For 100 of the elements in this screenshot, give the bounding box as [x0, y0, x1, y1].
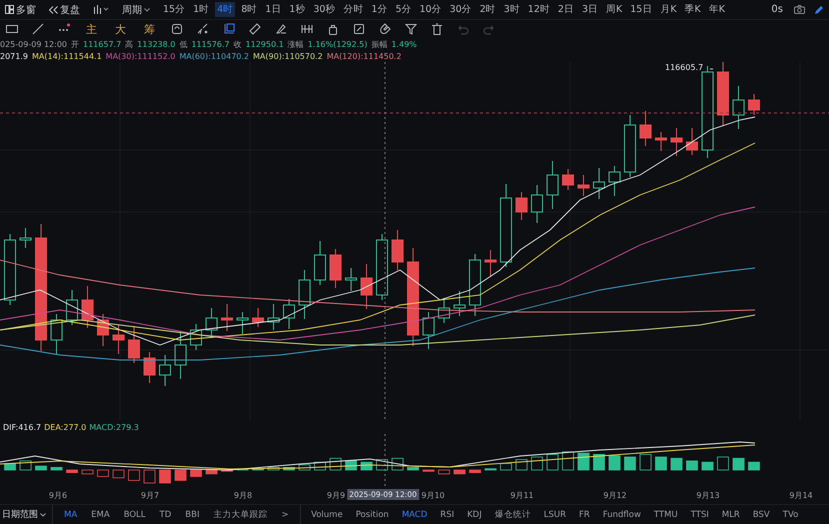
interval-tab[interactable]: 1日: [263, 2, 284, 17]
edit-icon[interactable]: [353, 23, 365, 35]
replay-button[interactable]: 复盘: [47, 2, 82, 18]
candlestick: [97, 314, 109, 346]
trash-icon[interactable]: [431, 23, 443, 35]
brush-icon[interactable]: [275, 23, 287, 35]
interval-tab[interactable]: 30秒: [311, 2, 338, 17]
interval-tab[interactable]: 5分: [393, 2, 414, 17]
candlestick: [330, 248, 342, 288]
candlestick: [686, 128, 698, 156]
candlestick: [484, 250, 496, 276]
interval-tab[interactable]: 15日: [628, 2, 654, 17]
chart-toggle[interactable]: 主: [84, 20, 99, 38]
macd-bar: [516, 459, 528, 470]
interval-tab[interactable]: 周K: [604, 2, 624, 17]
indicator-tab[interactable]: TTSI: [684, 510, 716, 520]
pen-icon[interactable]: [814, 4, 825, 14]
indicator-tab[interactable]: 爆仓统计: [488, 508, 538, 520]
macd-value: MACD:279.3: [89, 422, 139, 432]
interval-tab[interactable]: 分时: [341, 2, 366, 17]
lock-icon[interactable]: [327, 23, 339, 35]
layout-button[interactable]: 多窗: [3, 2, 38, 18]
candlestick: [640, 110, 652, 146]
moving-average-value: MA(30):111152.0: [106, 52, 176, 60]
macd-value: DEA:277.0: [44, 422, 86, 432]
macd-bar: [717, 456, 729, 470]
interval-tab[interactable]: 10分: [418, 2, 444, 17]
indicator-tab[interactable]: MLR: [715, 510, 746, 520]
macd-bar: [608, 455, 620, 470]
select-icon[interactable]: [223, 23, 235, 35]
interval-tab[interactable]: 30分: [448, 2, 474, 17]
macd-bar: [268, 467, 280, 470]
interval-tab[interactable]: 3时: [502, 2, 522, 17]
interval-tab[interactable]: 3日: [580, 2, 600, 17]
indicator-tab[interactable]: MACD: [395, 510, 434, 520]
ruler-icon[interactable]: [249, 23, 261, 35]
interval-tab[interactable]: 1分: [369, 2, 390, 17]
interval-tab[interactable]: 1秒: [287, 2, 308, 17]
moving-average-value: MA(14):111544.1: [32, 52, 102, 60]
magnet-icon[interactable]: [379, 23, 391, 35]
interval-tab[interactable]: 季K: [682, 2, 703, 17]
indicator-tab[interactable]: BSV: [746, 510, 776, 520]
indicator-tab[interactable]: KDJ: [460, 510, 488, 520]
candlestick: [655, 132, 667, 152]
candlestick: [624, 114, 636, 178]
interval-tab[interactable]: 年K: [706, 2, 728, 17]
chart-type-button[interactable]: [91, 4, 111, 15]
candlestick: [174, 330, 186, 380]
candlestick: [236, 312, 248, 334]
countdown-text: 0s: [770, 3, 784, 16]
indicator-tab[interactable]: 主力大单跟踪: [206, 508, 274, 520]
indicator-tab[interactable]: Position: [349, 510, 396, 520]
indicator-tab[interactable]: EMA: [84, 510, 117, 520]
macd-bar: [190, 470, 202, 477]
macd-bar: [593, 454, 605, 470]
macd-bar: [159, 470, 171, 484]
interval-tab[interactable]: 月K: [658, 2, 679, 17]
period-menu[interactable]: 周期: [120, 2, 152, 18]
indicator-tab[interactable]: Fundflow: [596, 510, 648, 520]
interval-tab[interactable]: 8时: [239, 2, 260, 17]
line-icon[interactable]: [32, 23, 44, 35]
interval-tab[interactable]: 1时: [191, 2, 212, 17]
candlestick: [128, 326, 140, 364]
candlestick: [112, 324, 124, 354]
indicator-tab[interactable]: RSI: [434, 510, 461, 520]
grid-icon[interactable]: [301, 23, 313, 35]
interval-tab[interactable]: 2时: [478, 2, 498, 17]
camera-icon[interactable]: [794, 5, 805, 14]
macd-bar: [206, 470, 218, 474]
field-value: 1.16%(1292.5): [308, 40, 368, 48]
candlestick: [438, 298, 450, 324]
indicator-tab[interactable]: LSUR: [537, 510, 573, 520]
indicator-tab[interactable]: TTMU: [647, 510, 684, 520]
date-range-menu[interactable]: 日期范围: [0, 508, 48, 521]
indicator-tab[interactable]: FR: [572, 510, 596, 520]
interval-tab[interactable]: 15分: [161, 2, 188, 17]
indicator-tab[interactable]: Volume: [304, 510, 350, 520]
more-button[interactable]: >: [274, 510, 296, 520]
indicator-tab[interactable]: TD: [152, 510, 178, 520]
field-value: 111657.7: [83, 40, 122, 48]
interval-tab[interactable]: 2日: [556, 2, 576, 17]
filter-icon[interactable]: [405, 23, 417, 35]
interval-tab[interactable]: 4时: [215, 2, 236, 17]
date-label: 9月10: [421, 490, 445, 501]
indicator-tab[interactable]: MA: [57, 510, 84, 520]
macd-bar: [20, 460, 32, 470]
macd-bar: [283, 467, 295, 470]
candlestick: [314, 240, 326, 286]
interval-tab[interactable]: 12时: [526, 2, 552, 17]
rectangle-icon[interactable]: [6, 23, 18, 35]
indicator-tab[interactable]: TVo: [776, 510, 805, 520]
candlestick: [144, 352, 156, 384]
indicator-tab[interactable]: BOLL: [116, 510, 153, 520]
macd-bar: [686, 460, 698, 470]
macd-bar: [500, 463, 512, 470]
grid-icon: [5, 5, 14, 14]
caret-icon: [144, 8, 150, 12]
chart-toggle[interactable]: 大: [113, 20, 128, 38]
chart-toggle[interactable]: 筹: [142, 20, 157, 38]
indicator-tab[interactable]: BBI: [178, 510, 206, 520]
